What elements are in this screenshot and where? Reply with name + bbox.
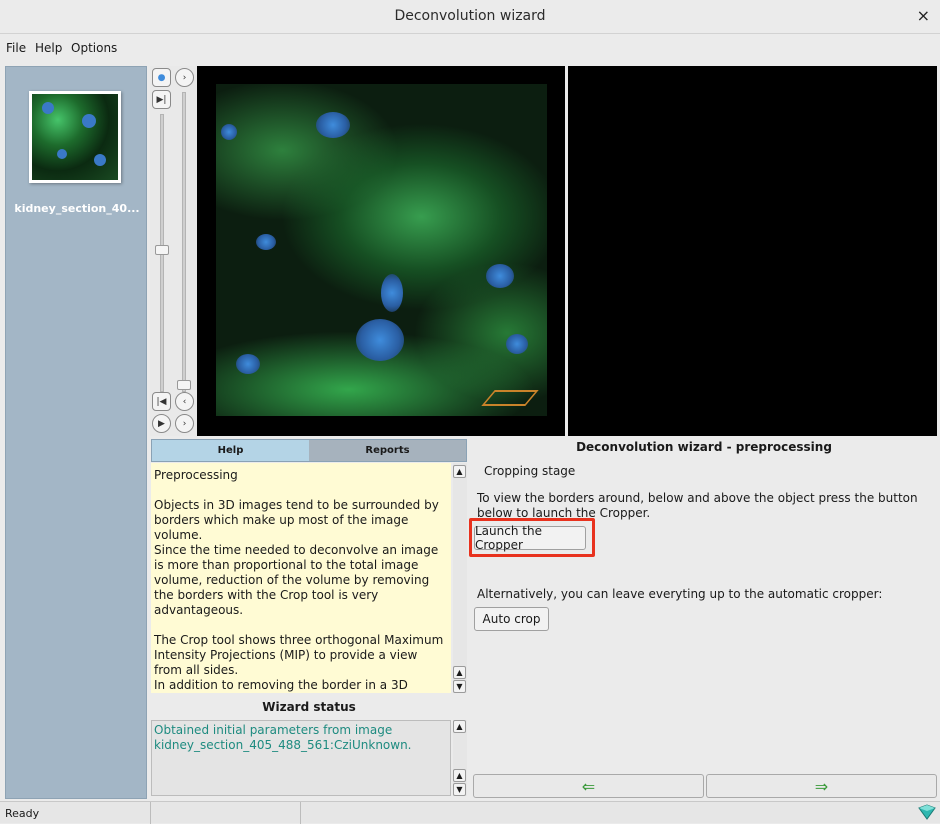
skip-start-icon[interactable]: |◀ xyxy=(152,392,171,411)
scroll-down-icon[interactable]: ▼ xyxy=(453,783,466,796)
tab-help[interactable]: Help xyxy=(152,440,309,461)
status-bar: Ready xyxy=(0,801,940,824)
alternative-text: Alternatively, you can leave everyting u… xyxy=(477,587,883,601)
step-icon[interactable]: › xyxy=(175,414,194,433)
stage-label: Cropping stage xyxy=(484,464,576,478)
wizard-status-title: Wizard status xyxy=(262,700,356,714)
image-sidebar: kidney_section_40... xyxy=(5,66,147,799)
play-icon[interactable]: ▶ xyxy=(152,414,171,433)
menu-file[interactable]: File xyxy=(6,41,26,55)
step-forward-icon[interactable]: › xyxy=(175,68,194,87)
menu-bar: File Help Options xyxy=(0,36,940,60)
scroll-up-icon[interactable]: ▲ xyxy=(453,720,466,733)
step-back-icon[interactable]: ‹ xyxy=(175,392,194,411)
scroll-up-icon[interactable]: ▲ xyxy=(453,666,466,679)
scroll-down-icon[interactable]: ▼ xyxy=(453,680,466,693)
z-slider-handle[interactable] xyxy=(155,245,169,255)
image-thumbnail[interactable] xyxy=(29,91,121,183)
microscopy-image xyxy=(216,84,547,416)
viewer-toolbar: ● › ▶| |◀ ‹ ▶ › xyxy=(150,66,197,436)
image-name-label: kidney_section_40... xyxy=(14,202,140,215)
instructions-text: To view the borders around, below and ab… xyxy=(477,491,918,520)
wizard-status-message: Obtained initial parameters from image k… xyxy=(151,720,451,796)
skip-end-icon[interactable]: ▶| xyxy=(152,90,171,109)
arrow-right-icon: ⇒ xyxy=(814,776,829,796)
title-bar: Deconvolution wizard × xyxy=(0,0,940,34)
launch-cropper-button[interactable]: Launch the Cropper xyxy=(474,524,586,552)
t-slider-track[interactable] xyxy=(182,92,186,392)
secondary-viewer[interactable] xyxy=(568,66,937,436)
next-button[interactable]: ⇒ xyxy=(706,774,937,798)
menu-options[interactable]: Options xyxy=(71,41,117,55)
scroll-up-icon[interactable]: ▲ xyxy=(453,465,466,478)
menu-help[interactable]: Help xyxy=(35,41,62,55)
back-button[interactable]: ⇐ xyxy=(473,774,704,798)
t-slider-handle[interactable] xyxy=(177,380,191,390)
thumbnail-picture xyxy=(32,94,118,180)
status-scrollbar[interactable]: ▲ ▲ ▼ xyxy=(453,720,467,796)
image-viewer[interactable] xyxy=(197,66,565,436)
app-logo-icon xyxy=(918,804,936,820)
close-icon[interactable]: × xyxy=(917,6,930,25)
help-text: Preprocessing Objects in 3D images tend … xyxy=(151,463,451,693)
status-text: Ready xyxy=(5,807,40,820)
dot-icon[interactable]: ● xyxy=(152,68,171,87)
help-scrollbar[interactable]: ▲ ▲ ▼ xyxy=(453,463,467,693)
panel-title: Deconvolution wizard - preprocessing xyxy=(576,440,832,454)
auto-crop-button[interactable]: Auto crop xyxy=(474,607,549,631)
scroll-up-icon[interactable]: ▲ xyxy=(453,769,466,782)
tab-reports[interactable]: Reports xyxy=(309,440,466,461)
arrow-left-icon: ⇐ xyxy=(581,776,596,796)
help-tabs: Help Reports xyxy=(151,439,467,462)
window-title: Deconvolution wizard xyxy=(394,8,546,24)
orientation-icon xyxy=(481,390,539,406)
